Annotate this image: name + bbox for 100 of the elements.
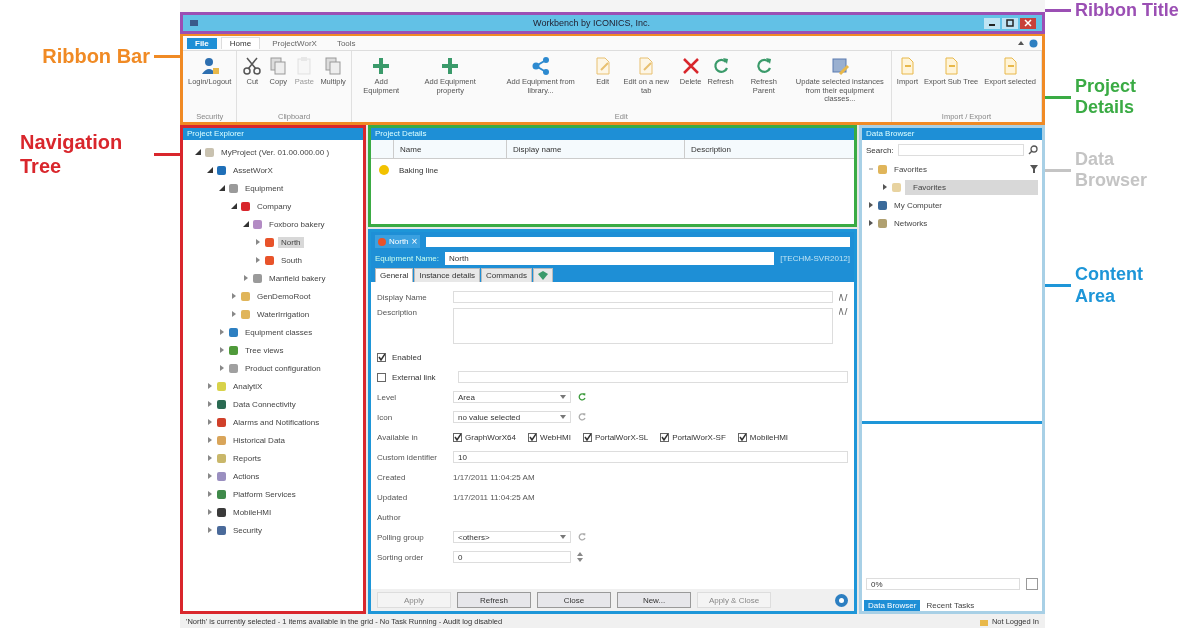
tree-item[interactable]: GenDemoRoot [254, 290, 314, 302]
delete-icon [680, 56, 701, 76]
column-header[interactable]: Name [393, 140, 506, 158]
file-button[interactable]: File [187, 37, 217, 49]
ribbon-tab[interactable]: Tools [328, 37, 364, 49]
node-icon [217, 453, 226, 463]
help-icon[interactable] [835, 593, 848, 607]
dropdown[interactable]: no value selected [453, 411, 571, 423]
checkbox[interactable] [453, 432, 462, 442]
node-icon [217, 399, 226, 409]
tree-item[interactable]: MyProject (Ver. 01.00.000.00 ) [218, 146, 333, 158]
tree-item[interactable]: My Computer [891, 199, 1038, 211]
checkbox[interactable] [377, 352, 386, 362]
tree-item[interactable]: Favorites [905, 179, 1038, 195]
checkbox[interactable] [528, 432, 537, 442]
scissors-icon [242, 56, 263, 76]
column-header[interactable]: Display name [506, 140, 684, 158]
ribbon-tab[interactable]: Home [220, 37, 261, 49]
expander-icon[interactable] [868, 220, 874, 226]
tree-item[interactable]: Alarms and Notifications [230, 416, 323, 428]
tree-item[interactable]: Actions [230, 470, 263, 482]
tab[interactable]: Commands [481, 268, 532, 282]
tree-item[interactable]: Company [254, 200, 295, 212]
checkbox-label: PortalWorX-SL [594, 432, 649, 442]
tree-item[interactable]: MobileHMI [230, 506, 275, 518]
expander-icon[interactable] [243, 221, 249, 227]
tree-item[interactable]: Foxboro bakery [266, 218, 328, 230]
callout-label: Data Browser [1075, 148, 1149, 192]
tab-icon[interactable] [532, 268, 553, 282]
tree-item[interactable]: Historical Data [230, 434, 288, 446]
fit-button[interactable] [1026, 578, 1038, 590]
dialog-button[interactable]: Close [537, 592, 611, 608]
number-field[interactable]: 0 [453, 551, 571, 563]
tree-item[interactable]: South [278, 254, 305, 266]
name-field[interactable]: North [445, 252, 775, 265]
close-button[interactable] [1020, 17, 1036, 29]
ribbon-tab[interactable]: ProjectWorX [264, 37, 325, 49]
maximize-button[interactable] [1002, 17, 1018, 29]
node-icon [217, 489, 226, 499]
expander-icon[interactable] [868, 202, 874, 208]
filter-icon[interactable] [1030, 165, 1038, 173]
language-icon[interactable] [839, 308, 848, 315]
tree-item[interactable]: Product configuration [242, 362, 324, 374]
tree-item[interactable]: WaterIrrigation [254, 308, 313, 320]
panel-header: Data Browser [862, 128, 1042, 140]
checkbox[interactable] [660, 432, 670, 442]
tree-item[interactable]: Networks [891, 217, 1038, 229]
checkbox[interactable] [377, 372, 386, 382]
dropdown[interactable]: Area [453, 391, 571, 403]
expander-icon[interactable] [207, 167, 213, 173]
tree-item[interactable]: Tree views [242, 344, 287, 356]
refresh-icon[interactable] [577, 392, 587, 402]
collapse-icon[interactable] [1017, 39, 1025, 47]
node-icon [229, 345, 238, 355]
share-icon [530, 56, 551, 76]
zoom-dropdown[interactable]: 0% [866, 578, 1020, 590]
refresh-icon[interactable] [577, 532, 587, 542]
input-field[interactable] [453, 291, 833, 303]
tab[interactable]: Data Browser [864, 600, 921, 611]
tree-item[interactable]: Manfield bakery [266, 272, 329, 284]
dialog-button[interactable]: Refresh [457, 592, 531, 608]
search-icon[interactable] [1028, 145, 1038, 155]
tree-item[interactable]: Equipment [242, 182, 287, 194]
tab[interactable]: General [375, 268, 414, 282]
callout-label: Project Details [1075, 75, 1138, 119]
tree-item[interactable]: Reports [230, 452, 264, 464]
tab[interactable]: Instance details [414, 268, 481, 282]
expander-icon[interactable] [219, 185, 225, 191]
tree-item[interactable]: AnalytiX [230, 380, 266, 392]
checkbox[interactable] [737, 432, 747, 442]
tab[interactable]: Recent Tasks [922, 600, 979, 611]
field-label: Display Name [377, 292, 428, 302]
refresh-icon[interactable] [577, 412, 587, 422]
diamond-icon [537, 271, 548, 280]
expander-icon[interactable] [882, 184, 888, 190]
input-field[interactable] [458, 371, 848, 383]
search-field[interactable] [897, 144, 1024, 156]
copy-icon [323, 56, 344, 76]
checkbox[interactable] [582, 432, 592, 442]
tree-item[interactable]: North [278, 236, 304, 248]
dropdown[interactable]: <others> [453, 531, 571, 543]
expander-icon[interactable] [231, 203, 237, 209]
tree-item[interactable]: Favorites [891, 163, 1026, 175]
dialog-button[interactable]: New... [617, 592, 691, 608]
language-icon[interactable] [839, 293, 848, 301]
tree-item[interactable]: Security [230, 524, 265, 536]
tree-item[interactable]: Platform Services [230, 488, 299, 500]
tab-dropdown[interactable] [426, 236, 850, 247]
tree-item[interactable]: AssetWorX [230, 164, 276, 176]
minimize-button[interactable] [984, 17, 1000, 29]
input-field[interactable]: 10 [453, 451, 848, 463]
help-icon[interactable] [1029, 38, 1038, 48]
expander-icon[interactable] [195, 149, 201, 155]
tree-item[interactable]: Data Connectivity [230, 398, 299, 410]
tree-item[interactable]: Equipment classes [242, 326, 316, 338]
app-icon [189, 19, 199, 27]
column-header[interactable]: Description [684, 140, 854, 158]
copy-icon [268, 56, 289, 76]
caret-icon [560, 395, 566, 399]
spinner-icon[interactable] [577, 552, 583, 562]
